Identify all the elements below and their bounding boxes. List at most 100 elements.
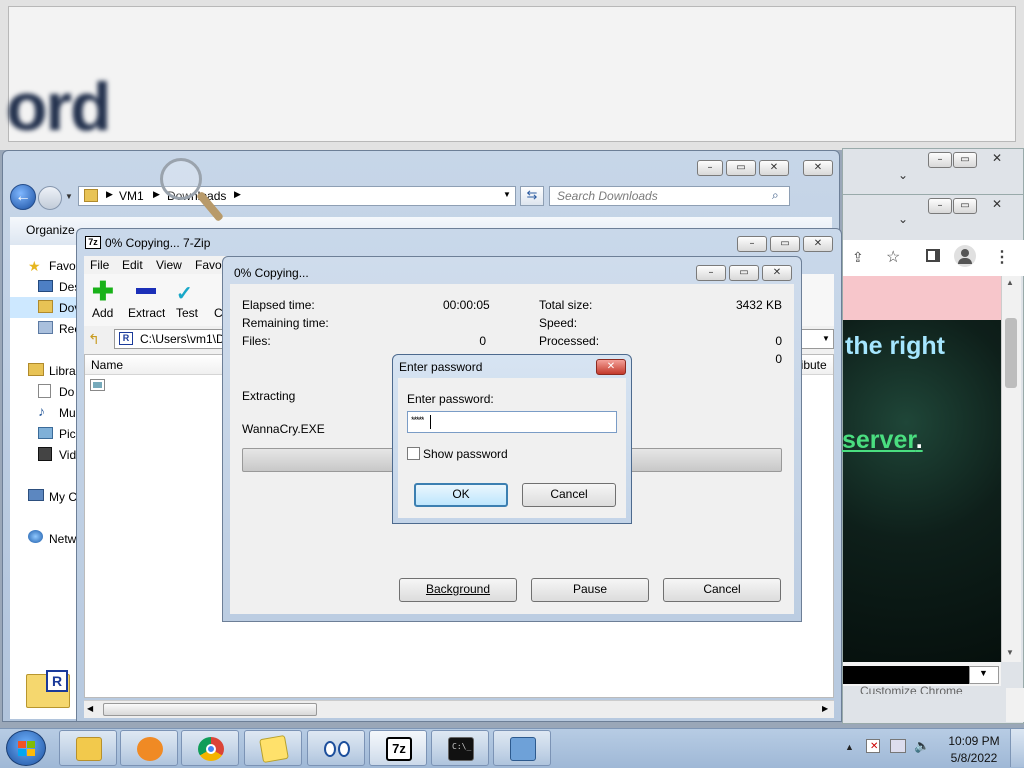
nav-documents[interactable]: Do — [59, 385, 76, 399]
background-button[interactable]: Background — [399, 578, 517, 602]
side-panel-icon[interactable] — [926, 249, 940, 262]
close-button[interactable]: ✕ — [978, 198, 1016, 214]
scroll-up-icon[interactable]: ▲ — [1006, 278, 1014, 287]
close-button[interactable]: ✕ — [803, 160, 833, 176]
minimize-button[interactable]: – — [928, 152, 952, 168]
maximize-button[interactable]: ▭ — [953, 152, 977, 168]
zip-window-title: 0% Copying... 7-Zip — [105, 236, 211, 250]
scrollbar-thumb[interactable] — [103, 703, 317, 716]
ok-button[interactable]: OK — [414, 483, 508, 507]
taskbar-cmd[interactable]: C:\_ — [431, 730, 489, 766]
chevron-down-icon[interactable]: ⌄ — [898, 168, 908, 182]
search-input[interactable]: Search Downloads — [549, 186, 790, 206]
maximize-button[interactable]: ▭ — [729, 265, 759, 281]
taskbar-network-tool[interactable] — [493, 730, 551, 766]
nav-downloads[interactable]: Dov — [59, 301, 76, 315]
share-icon[interactable]: ⇪ — [852, 249, 864, 266]
menu-file[interactable]: File — [90, 258, 109, 272]
taskbar-eyes[interactable] — [307, 730, 365, 766]
maximize-button[interactable]: ▭ — [953, 198, 977, 214]
scroll-right-icon[interactable]: ▶ — [822, 704, 828, 713]
up-folder-icon[interactable]: ↰ — [88, 331, 100, 348]
nav-desktop[interactable]: Des — [59, 280, 76, 294]
column-name[interactable]: Name — [91, 358, 123, 372]
minimize-button[interactable]: – — [737, 236, 767, 252]
file-icon[interactable] — [90, 379, 105, 391]
copy-button[interactable]: C — [214, 306, 222, 320]
add-icon[interactable]: ✚ — [92, 278, 114, 304]
minimize-button[interactable]: – — [697, 160, 723, 176]
taskbar-folder[interactable] — [244, 730, 302, 766]
minimize-button[interactable]: – — [928, 198, 952, 214]
menu-edit[interactable]: Edit — [122, 258, 143, 272]
nav-videos[interactable]: Vid — [59, 448, 76, 462]
clock-time[interactable]: 10:09 PM — [948, 734, 1000, 748]
taskbar-explorer[interactable] — [59, 730, 117, 766]
extract-button[interactable]: Extract — [128, 306, 165, 320]
close-button[interactable]: ✕ — [596, 359, 626, 375]
show-password-label[interactable]: Show password — [423, 447, 508, 461]
scroll-down-icon[interactable]: ▼ — [1006, 648, 1014, 657]
minimize-button[interactable]: – — [696, 265, 726, 281]
start-button[interactable] — [6, 730, 46, 766]
volume-icon[interactable]: 🔈 — [914, 738, 930, 754]
profile-icon[interactable] — [954, 245, 976, 267]
close-button[interactable]: ✕ — [803, 236, 833, 252]
menu-favorites[interactable]: Favo — [195, 258, 223, 272]
pause-button[interactable]: Pause — [531, 578, 649, 602]
search-icon[interactable]: ⌕ — [772, 188, 779, 203]
scroll-left-icon[interactable]: ◀ — [87, 704, 93, 713]
action-center-icon[interactable]: ✕ — [866, 739, 880, 753]
nav-network[interactable]: Netw — [49, 532, 76, 546]
select-arrow[interactable]: ▼ — [969, 666, 999, 684]
chevron-down-icon[interactable]: ▼ — [65, 192, 73, 201]
show-password-checkbox[interactable] — [407, 447, 420, 460]
processed-value: 0 — [775, 334, 782, 348]
bookmark-star-icon[interactable]: ☆ — [886, 247, 900, 267]
chrome-scrollbar-lower[interactable] — [1006, 688, 1024, 722]
show-hidden-icons[interactable]: ▲ — [845, 742, 854, 752]
nav-favorites[interactable]: Favo — [49, 259, 76, 273]
clock-date[interactable]: 5/8/2022 — [948, 751, 1000, 765]
close-button[interactable]: ✕ — [759, 160, 789, 176]
address-bar[interactable]: ▶ VM1 ▶ Downloads ▶ ▼ — [78, 186, 516, 206]
documents-icon — [38, 384, 51, 398]
7zip-icon: 7z — [386, 737, 412, 761]
nav-recent[interactable]: Rec — [59, 322, 76, 336]
maximize-button[interactable]: ▭ — [770, 236, 800, 252]
chevron-down-icon[interactable]: ⌄ — [898, 212, 908, 226]
breadcrumb-item[interactable]: VM1 — [119, 189, 144, 203]
add-button[interactable]: Add — [92, 306, 113, 320]
menu-icon[interactable]: ⋮ — [994, 247, 1010, 267]
network-status-icon[interactable] — [890, 739, 906, 753]
nav-libraries[interactable]: Libra — [49, 364, 76, 378]
taskbar-chrome[interactable] — [181, 730, 239, 766]
maximize-button[interactable]: ▭ — [726, 160, 756, 176]
taskbar-7zip[interactable]: 7z — [369, 730, 427, 766]
hero-link[interactable]: server. — [842, 426, 923, 455]
password-input[interactable]: ***** — [407, 411, 617, 433]
taskbar-media-player[interactable] — [120, 730, 178, 766]
dark-input[interactable] — [843, 666, 969, 684]
chevron-down-icon[interactable]: ▼ — [822, 334, 830, 343]
extract-icon[interactable] — [136, 288, 156, 294]
organize-button[interactable]: Organize — [26, 223, 75, 237]
test-icon[interactable]: ✓ — [176, 281, 193, 306]
archive-file-icon[interactable]: R — [24, 670, 72, 710]
show-desktop-button[interactable] — [1010, 729, 1024, 767]
close-button[interactable]: ✕ — [762, 265, 792, 281]
chevron-down-icon[interactable]: ▼ — [503, 190, 511, 199]
back-arrow-icon[interactable]: ← — [10, 184, 36, 210]
cancel-button[interactable]: Cancel — [663, 578, 781, 602]
close-button[interactable]: ✕ — [978, 152, 1016, 168]
scrollbar-thumb[interactable] — [1005, 318, 1017, 388]
nav-music[interactable]: Mu — [59, 406, 76, 420]
nav-my-computer[interactable]: My C — [49, 490, 76, 504]
menu-view[interactable]: View — [156, 258, 182, 272]
test-button[interactable]: Test — [176, 306, 198, 320]
customize-chrome-link[interactable]: Customize Chrome — [860, 686, 963, 694]
cancel-button[interactable]: Cancel — [522, 483, 616, 507]
forward-arrow-icon[interactable] — [38, 186, 62, 210]
refresh-icon[interactable]: ⇆ — [520, 186, 544, 206]
nav-pictures[interactable]: Pic — [59, 427, 76, 441]
